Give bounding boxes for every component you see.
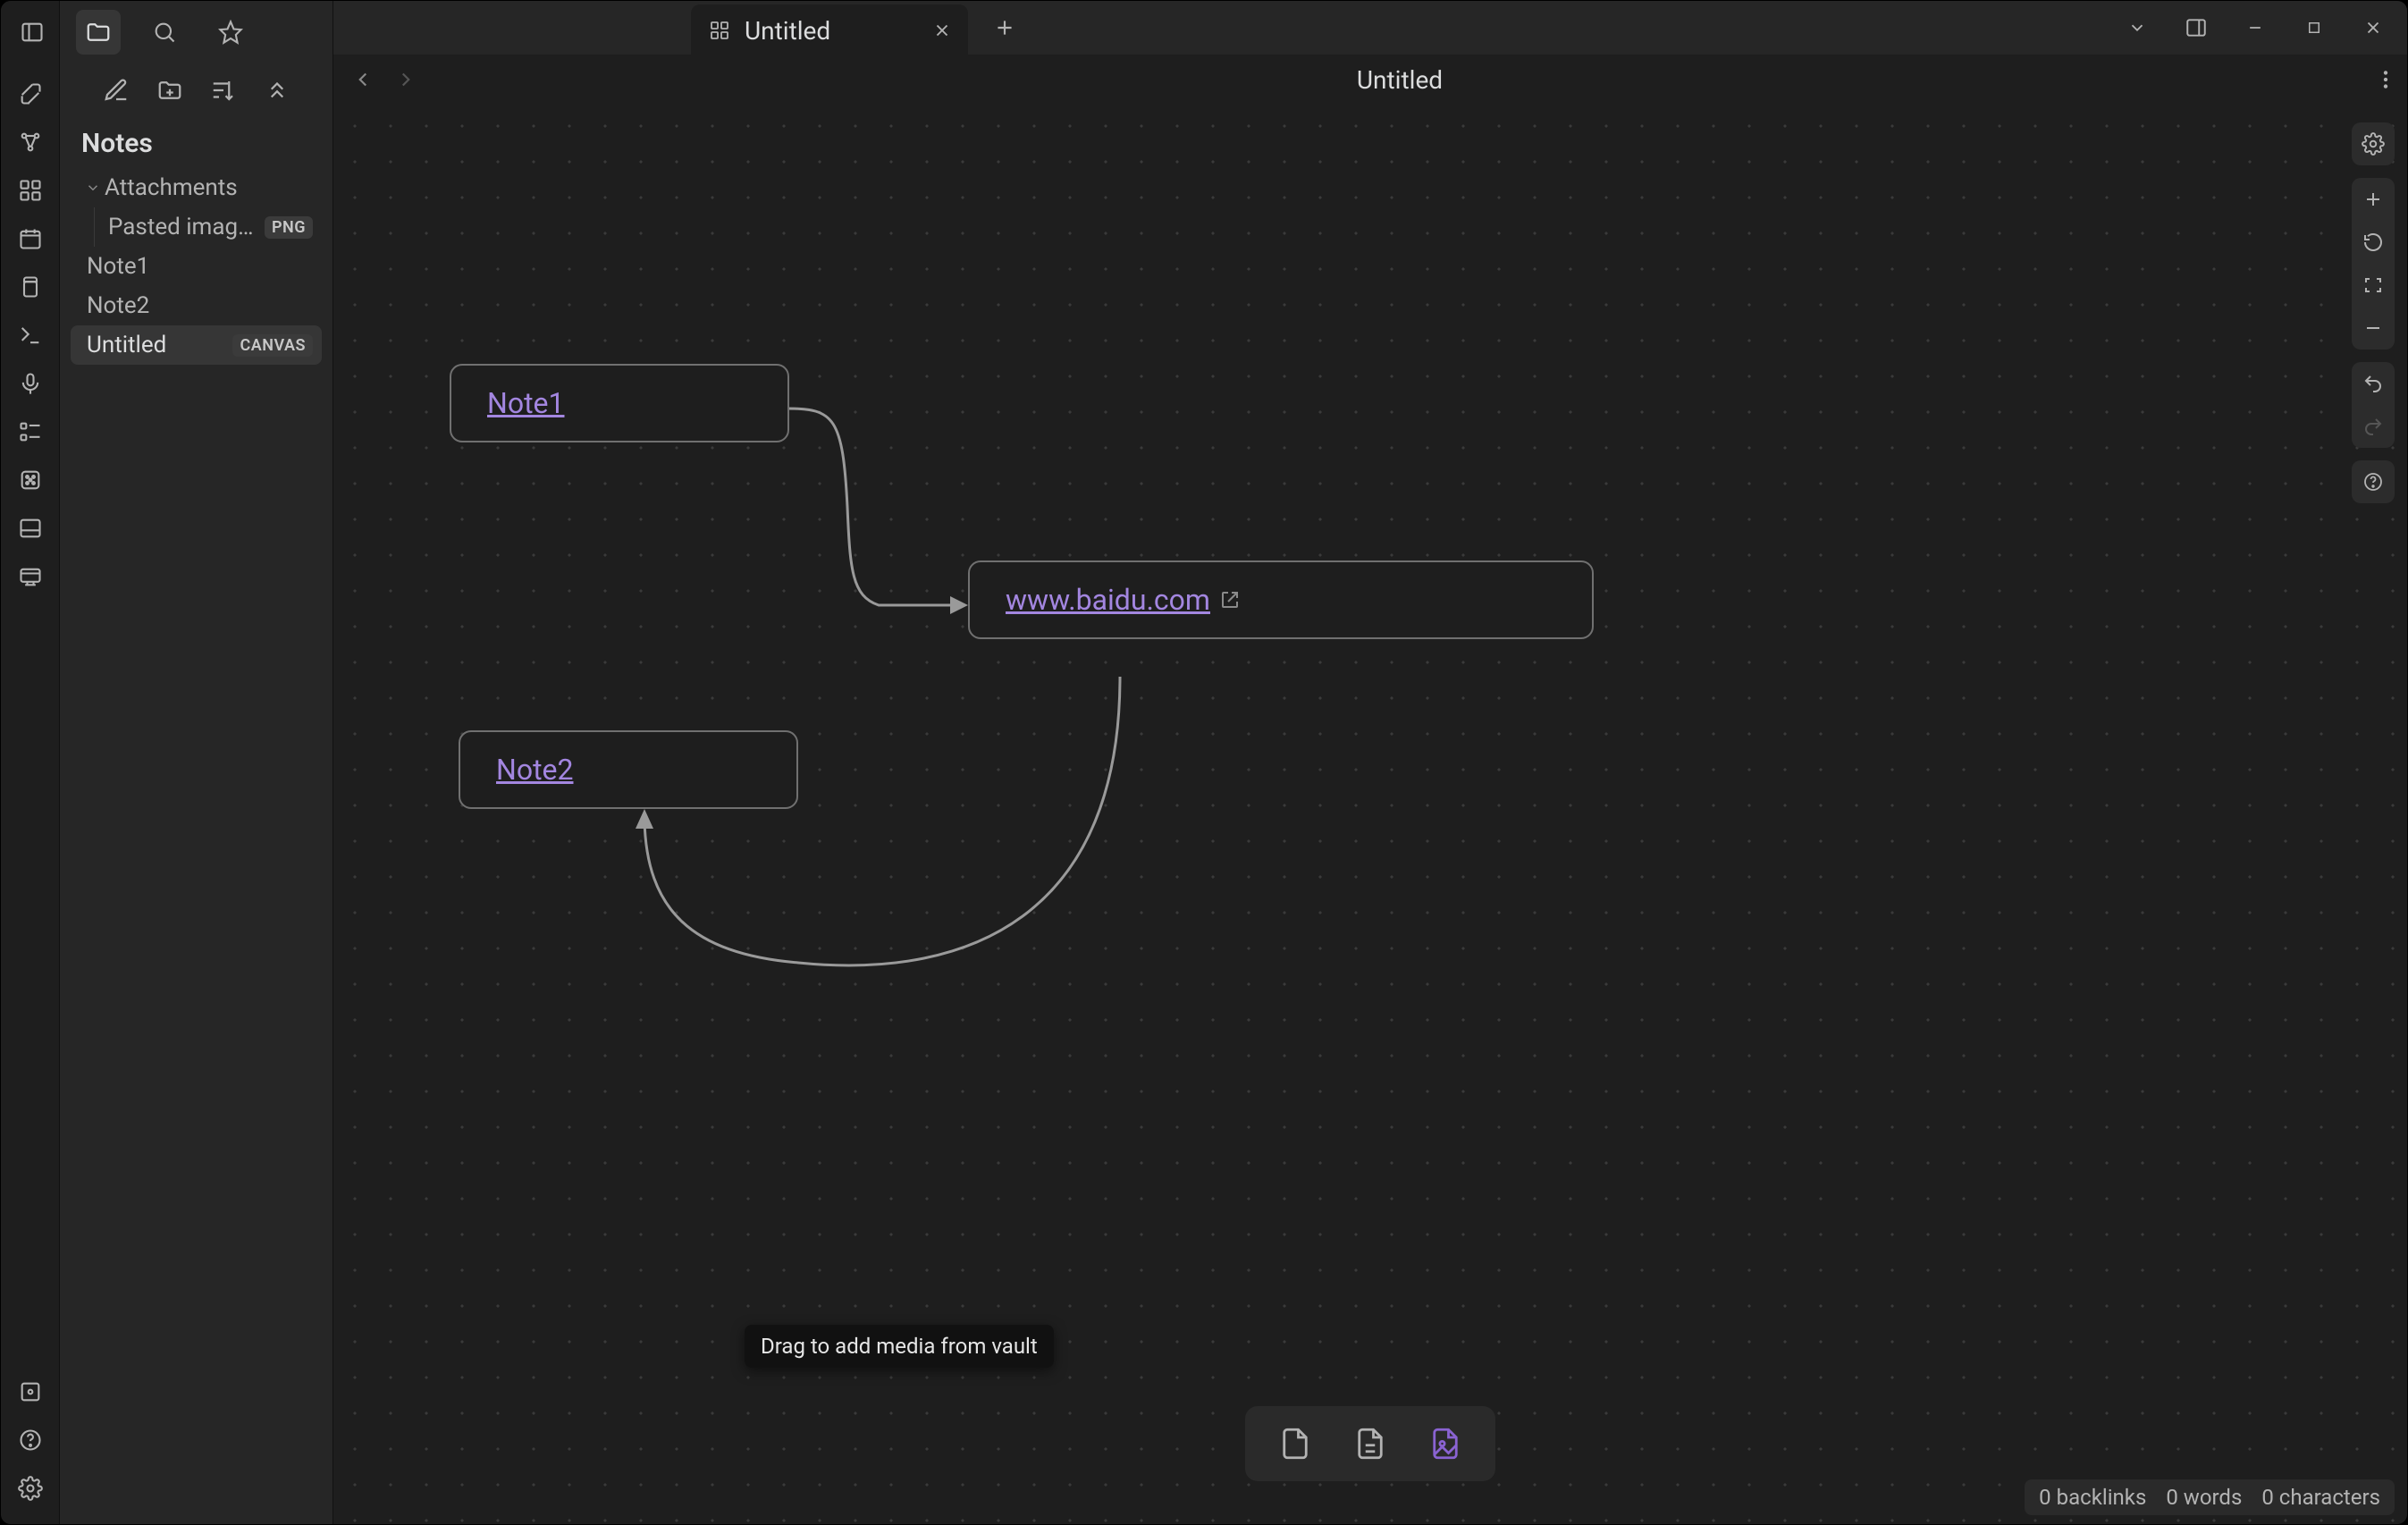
external-link-icon — [1219, 589, 1241, 611]
collapse-sidebar-icon[interactable] — [10, 10, 55, 55]
file-extension-badge: CANVAS — [232, 334, 313, 357]
file-explorer-toolbar — [60, 58, 333, 112]
slash-commands-icon[interactable] — [9, 410, 52, 453]
tooltip-text: Drag to add media from vault — [761, 1334, 1038, 1359]
app-window: Notes Attachments Pasted image 20… PNG N… — [0, 0, 2408, 1525]
add-card-icon[interactable] — [1270, 1419, 1320, 1469]
nav-back-icon[interactable] — [351, 68, 375, 91]
workspace-icon[interactable] — [9, 507, 52, 550]
tree-item-label: Note1 — [87, 253, 313, 280]
random-note-icon[interactable] — [9, 459, 52, 501]
view-more-icon[interactable] — [2382, 68, 2389, 91]
canvas-help-icon[interactable] — [2352, 460, 2395, 503]
canvas-tab-icon — [709, 20, 730, 41]
tabbar: Untitled — [333, 1, 2407, 55]
tree-item-label: Attachments — [105, 174, 313, 201]
zoom-in-icon[interactable] — [2352, 178, 2395, 221]
vault-switcher-icon[interactable] — [9, 1370, 52, 1413]
settings-icon[interactable] — [9, 1467, 52, 1510]
status-words: 0 words — [2166, 1485, 2242, 1510]
zoom-fit-icon[interactable] — [2352, 264, 2395, 307]
tab-untitled[interactable]: Untitled — [691, 4, 968, 56]
add-media-icon[interactable] — [1420, 1419, 1470, 1469]
canvas-dotgrid — [333, 105, 2407, 1524]
tooltip: Drag to add media from vault — [745, 1325, 1054, 1368]
new-note-icon[interactable] — [101, 75, 131, 105]
new-tab-button[interactable] — [984, 7, 1025, 48]
sort-icon[interactable] — [208, 75, 239, 105]
collapse-all-icon[interactable] — [262, 75, 292, 105]
tree-folder-attachments[interactable]: Attachments — [71, 168, 322, 207]
canvas-node-baidu[interactable]: www.baidu.com — [968, 560, 1594, 639]
daily-note-icon[interactable] — [9, 217, 52, 260]
canvas-icon[interactable] — [9, 169, 52, 212]
tree-file-untitled[interactable]: Untitled CANVAS — [71, 325, 322, 365]
canvas-controls — [2352, 122, 2395, 503]
templates-icon[interactable] — [9, 265, 52, 308]
audio-recorder-icon[interactable] — [9, 362, 52, 405]
window-maximize-icon[interactable] — [2296, 10, 2332, 46]
canvas-viewport[interactable]: Note1 Note2 www.baidu.com — [333, 105, 2407, 1524]
window-minimize-icon[interactable] — [2237, 10, 2273, 46]
status-bar: 0 backlinks 0 words 0 characters — [2025, 1479, 2395, 1515]
window-close-icon[interactable] — [2355, 10, 2391, 46]
left-ribbon — [1, 1, 60, 1524]
tree-item-label: Untitled — [87, 332, 225, 358]
graph-view-icon[interactable] — [9, 121, 52, 164]
nav-forward-icon[interactable] — [394, 68, 417, 91]
tree-item-label: Note2 — [87, 292, 313, 319]
tab-dropdown-icon[interactable] — [2119, 10, 2155, 46]
top-quick-icons — [10, 10, 253, 55]
tab-title: Untitled — [745, 16, 830, 46]
zoom-reset-icon[interactable] — [2352, 221, 2395, 264]
chevron-down-icon — [85, 180, 105, 196]
close-tab-icon[interactable] — [932, 21, 952, 40]
redo-icon[interactable] — [2352, 405, 2395, 448]
tabbar-right — [2119, 1, 2407, 55]
file-extension-badge: PNG — [265, 216, 313, 239]
help-icon[interactable] — [9, 1419, 52, 1462]
search-icon[interactable] — [142, 10, 187, 55]
quick-switcher-icon[interactable] — [9, 72, 52, 115]
view-title[interactable]: Untitled — [417, 65, 2382, 95]
canvas-node-link[interactable]: Note2 — [496, 753, 574, 787]
canvas-node-note1[interactable]: Note1 — [450, 364, 789, 442]
tree-item-label: Pasted image 20… — [108, 214, 257, 240]
main-area: Untitled — [333, 1, 2407, 1524]
canvas-node-note2[interactable]: Note2 — [459, 730, 798, 809]
publish-icon[interactable] — [9, 555, 52, 598]
file-tree: Attachments Pasted image 20… PNG Note1 N… — [60, 166, 333, 367]
tree-file-note1[interactable]: Note1 — [71, 247, 322, 286]
status-backlinks[interactable]: 0 backlinks — [2039, 1485, 2146, 1510]
vault-title: Notes — [60, 112, 333, 166]
bookmark-star-icon[interactable] — [208, 10, 253, 55]
undo-icon[interactable] — [2352, 362, 2395, 405]
canvas-node-link[interactable]: www.baidu.com — [1006, 583, 1210, 617]
status-characters: 0 characters — [2261, 1485, 2380, 1510]
view-header: Untitled — [333, 55, 2407, 105]
new-folder-icon[interactable] — [155, 75, 185, 105]
tree-file-pasted-image[interactable]: Pasted image 20… PNG — [71, 207, 322, 247]
files-icon[interactable] — [76, 10, 121, 55]
zoom-out-icon[interactable] — [2352, 307, 2395, 350]
canvas-bottom-toolbar — [1245, 1406, 1495, 1481]
tree-file-note2[interactable]: Note2 — [71, 286, 322, 325]
file-explorer: Notes Attachments Pasted image 20… PNG N… — [60, 1, 333, 1524]
add-note-icon[interactable] — [1345, 1419, 1395, 1469]
toggle-right-sidebar-icon[interactable] — [2178, 10, 2214, 46]
command-palette-icon[interactable] — [9, 314, 52, 357]
canvas-node-link[interactable]: Note1 — [487, 386, 565, 420]
canvas-settings-icon[interactable] — [2352, 122, 2395, 165]
